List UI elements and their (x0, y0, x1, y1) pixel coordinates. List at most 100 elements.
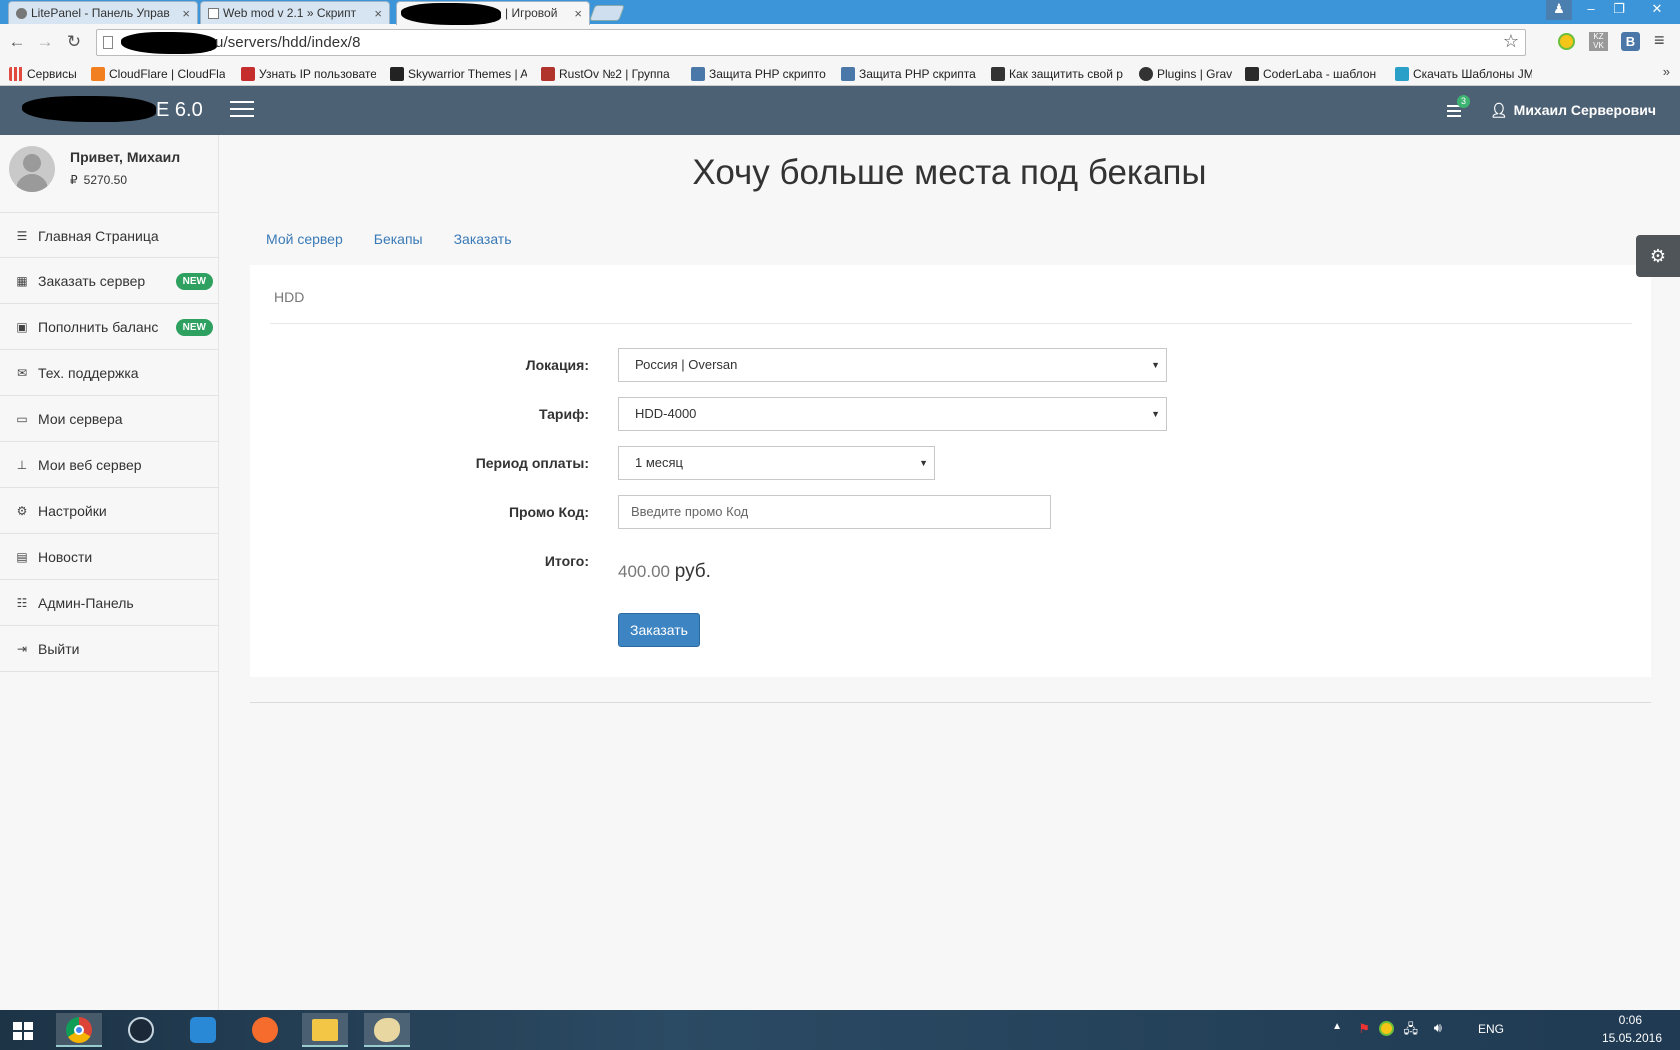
sidebar-item-topup[interactable]: ▣ Пополнить баланс NEW (0, 304, 219, 350)
paint-icon[interactable] (364, 1013, 410, 1047)
close-window-button[interactable]: ✕ (1638, 0, 1676, 20)
sidebar-item-news[interactable]: ▤ Новости (0, 534, 219, 580)
sidebar-item-logout[interactable]: ⇥ Выйти (0, 626, 219, 672)
caret-down-icon: ▼ (1151, 360, 1160, 370)
order-button[interactable]: Заказать (618, 613, 700, 647)
list-alt-icon: ☷ (16, 596, 28, 610)
bookmark-favicon (1245, 67, 1259, 81)
tariff-select[interactable]: HDD-4000 ▼ (618, 397, 1167, 431)
sidebar-item-home[interactable]: ☰ Главная Страница (0, 212, 219, 258)
sidebar-item-settings[interactable]: ⚙ Настройки (0, 488, 219, 534)
tab-title: Web mod v 2.1 » Скрипт (223, 6, 357, 20)
bookmark-favicon (390, 67, 404, 81)
profile-icon[interactable]: ♟ (1546, 0, 1572, 20)
sidebar-item-admin[interactable]: ☷ Админ-Панель (0, 580, 219, 626)
location-label: Локация: (525, 357, 589, 373)
bookmark-item[interactable]: Узнать IP пользовате (240, 62, 376, 86)
origin-icon[interactable] (242, 1013, 288, 1047)
volume-icon[interactable]: 🔊︎ (1434, 1020, 1442, 1036)
bookmark-item[interactable]: Как защитить свой р (990, 62, 1128, 86)
tab-my-server[interactable]: Мой сервер (266, 231, 343, 247)
browser-tab-strip: LitePanel - Панель Управ × Web mod v 2.1… (0, 0, 1680, 25)
bookmark-label: CoderLaba - шаблон (1263, 67, 1377, 81)
vk-icon[interactable]: В (1621, 32, 1640, 51)
hamburger-menu-button[interactable] (230, 101, 254, 119)
bookmark-favicon (991, 67, 1005, 81)
bookmark-label: Как защитить свой р (1009, 67, 1123, 81)
user-menu[interactable]: 👤︎ Михаил Серверович (1490, 86, 1656, 135)
gears-icon: ⚙ (16, 504, 28, 518)
uplay-icon[interactable] (180, 1013, 226, 1047)
panel-title: HDD (274, 289, 305, 305)
settings-gear-button[interactable]: ⚙ (1636, 235, 1680, 277)
notifications-icon[interactable]: 3 (1447, 95, 1470, 118)
tariff-label: Тариф: (538, 406, 589, 422)
bookmark-item[interactable]: RustOv №2 | Группа (540, 62, 678, 86)
bookmark-item[interactable]: CloudFlare | CloudFla (90, 62, 225, 86)
minimize-button[interactable]: – (1578, 0, 1604, 20)
flag-icon[interactable]: ⚑ (1358, 1021, 1370, 1037)
address-bar[interactable]: u/servers/hdd/index/8 ☆ (96, 29, 1526, 56)
language-indicator[interactable]: ENG (1478, 1022, 1504, 1036)
grid-icon: ▦ (16, 274, 28, 288)
close-icon[interactable]: × (182, 2, 190, 25)
bookmark-label: RustOv №2 | Группа (559, 67, 670, 81)
promo-code-input[interactable]: Введите промо Код (618, 495, 1051, 529)
total-label: Итого: (544, 553, 589, 569)
bookmark-item[interactable]: CoderLaba - шаблон (1244, 62, 1382, 86)
close-icon[interactable]: × (574, 2, 582, 25)
star-icon[interactable]: ☆ (1503, 31, 1519, 52)
chevron-right-icon[interactable]: » (1663, 64, 1670, 79)
tab-backups[interactable]: Бекапы (374, 231, 423, 247)
steam-icon[interactable] (118, 1013, 164, 1047)
bookmark-item[interactable]: Скачать Шаблоны JM (1394, 62, 1532, 86)
bookmark-item[interactable]: Защита PHP скрипта (840, 62, 978, 86)
tab-order[interactable]: Заказать (454, 231, 512, 247)
forward-icon[interactable]: → (34, 31, 56, 53)
file-explorer-icon[interactable] (302, 1013, 348, 1047)
total-amount: 400.00 руб. (618, 561, 711, 583)
browser-tab[interactable]: LitePanel - Панель Управ × (8, 1, 198, 25)
sidebar-item-web-server[interactable]: ⊥ Мои веб сервер (0, 442, 219, 488)
menu-icon[interactable]: ≡ (1654, 30, 1665, 51)
browser-tab[interactable]: Web mod v 2.1 » Скрипт × (200, 1, 390, 25)
caret-down-icon: ▼ (919, 458, 928, 468)
chevron-up-icon[interactable]: ▲ (1332, 1021, 1342, 1032)
sidebar-item-label: Мои веб сервер (38, 457, 142, 473)
period-select[interactable]: 1 месяц ▼ (618, 446, 935, 480)
browser-tab-active[interactable]: | Игровой × (396, 1, 590, 25)
bookmark-item[interactable]: Защита PHP скрипто (690, 62, 828, 86)
extension-icon[interactable] (1379, 1021, 1394, 1036)
redacted-title (401, 3, 501, 25)
chrome-icon[interactable] (56, 1013, 102, 1047)
close-icon[interactable]: × (374, 2, 382, 25)
page-icon (103, 36, 113, 49)
total-value: 400.00 (618, 562, 670, 581)
new-badge: NEW (175, 319, 213, 336)
cloudflare-icon (91, 67, 105, 81)
brand-logo[interactable]: E 6.0 (22, 86, 203, 135)
bookmark-item[interactable]: Plugins | Grav (1138, 62, 1238, 86)
app-header: E 6.0 3 👤︎ Михаил Серверович (0, 86, 1680, 135)
extension-icon[interactable] (1558, 33, 1575, 50)
back-icon[interactable]: ← (6, 31, 28, 53)
page-icon (208, 8, 219, 19)
bookmark-favicon (841, 67, 855, 81)
location-select[interactable]: Россия | Oversan ▼ (618, 348, 1167, 382)
bookmark-item[interactable]: Skywarrior Themes | A (389, 62, 527, 86)
bookmark-item[interactable]: Сервисы (8, 62, 84, 86)
tab-favicon (16, 8, 27, 19)
bookmark-favicon (241, 67, 255, 81)
windows-start-button[interactable] (0, 1013, 46, 1047)
sidebar-item-my-servers[interactable]: ▭ Мои сервера (0, 396, 219, 442)
network-icon[interactable]: 🖧︎ (1404, 1020, 1419, 1042)
reload-icon[interactable]: ↻ (63, 31, 85, 53)
sidebar-item-order-server[interactable]: ▦ Заказать сервер NEW (0, 258, 219, 304)
tab-title: LitePanel - Панель Управ (31, 6, 170, 20)
new-tab-button[interactable] (589, 5, 625, 21)
restore-button[interactable]: ❐ (1606, 0, 1632, 20)
extension-kz-icon[interactable]: KZ VK (1589, 32, 1608, 51)
sidebar-item-support[interactable]: ✉ Тех. поддержка (0, 350, 219, 396)
clock-date: 15.05.2016 (1601, 1031, 1662, 1045)
bookmark-favicon (541, 67, 555, 81)
